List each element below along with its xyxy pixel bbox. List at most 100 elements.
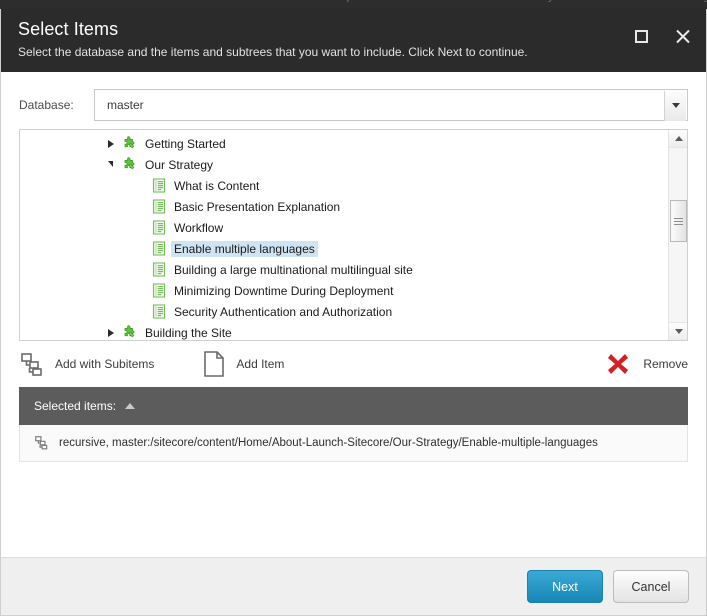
tree-node[interactable]: Our Strategy <box>20 154 667 175</box>
tree-node-label: What is Content <box>174 178 260 193</box>
tree-node-label: Getting Started <box>145 136 226 151</box>
tree-node-icon <box>152 220 166 235</box>
tree-node[interactable]: Building a large multinational multiling… <box>20 259 667 280</box>
folder-puzzle-icon <box>124 157 135 170</box>
close-icon <box>675 28 692 45</box>
expand-arrow-expanded-icon[interactable] <box>104 158 117 171</box>
add-with-subitems-label: Add with Subitems <box>55 357 155 371</box>
tree-node[interactable]: Enable multiple languages <box>20 238 667 259</box>
maximize-button[interactable] <box>628 23 654 49</box>
expand-arrow-collapsed-icon[interactable] <box>104 137 117 150</box>
red-x-icon <box>608 354 629 374</box>
tree-node-icon <box>152 199 166 214</box>
tree-scrollbar[interactable] <box>668 130 687 340</box>
item-tree-panel: Getting Started Our Strategy What is Conte… <box>19 129 688 341</box>
database-selected-value: master <box>107 97 144 112</box>
tree-node[interactable]: Basic Presentation Explanation <box>20 196 667 217</box>
scroll-up-button[interactable] <box>669 130 687 148</box>
chevron-down-icon <box>671 103 680 108</box>
bg-menu-item: Help <box>332 0 353 5</box>
add-item-label: Add Item <box>236 357 285 371</box>
dialog-titlebar: Select Items Select the database and the… <box>1 9 706 72</box>
database-select[interactable]: master <box>94 88 688 121</box>
tree-node-icon <box>152 283 166 298</box>
tree-node-label: Minimizing Downtime During Deployment <box>174 283 394 298</box>
database-dropdown-button[interactable] <box>664 90 686 121</box>
chevron-right-icon <box>107 328 114 337</box>
selected-items-title: Selected items: <box>34 399 117 413</box>
tree-node-icon <box>122 157 137 172</box>
scroll-down-icon <box>674 329 683 334</box>
folder-puzzle-icon <box>124 136 135 149</box>
remove-button[interactable]: Remove <box>605 351 688 377</box>
folder-puzzle-icon <box>124 325 135 338</box>
selected-item-row[interactable]: recursive, master:/sitecore/content/Home… <box>20 425 687 460</box>
tree-node-icon <box>122 136 137 151</box>
scroll-up-icon <box>674 136 683 141</box>
tree-node-label: Building the Site <box>145 325 232 340</box>
select-items-dialog-window: File Edit View Tools Window Help Publish… <box>0 0 707 616</box>
dialog-body: Select Items Select the database and the… <box>0 9 707 616</box>
bg-menu-item: Edit <box>87 0 104 5</box>
expand-arrow-collapsed-icon[interactable] <box>104 326 117 339</box>
content-item-icon <box>152 262 166 277</box>
selected-item-path: recursive, master:/sitecore/content/Home… <box>59 436 598 449</box>
bg-menu-item: Review <box>459 0 492 5</box>
close-button[interactable] <box>670 23 696 49</box>
tree-node-icon <box>152 178 166 193</box>
tree-node[interactable]: Security Authentication and Authorizatio… <box>20 301 667 322</box>
caret-up-icon <box>125 403 136 409</box>
bg-menu-item: File <box>34 0 50 5</box>
tree-node-label: Building a large multinational multiling… <box>174 262 413 277</box>
background-menu-strip: File Edit View Tools Window Help Publish… <box>0 0 707 9</box>
remove-label: Remove <box>643 357 688 371</box>
scrollbar-thumb[interactable] <box>670 200 687 242</box>
content-item-icon <box>152 199 166 214</box>
tree-node-icon <box>152 262 166 277</box>
tree-node-icon <box>122 325 137 340</box>
tree-node[interactable]: Getting Started <box>20 133 667 154</box>
scrollbar-grip-icon <box>674 216 683 227</box>
tree-node[interactable]: Workflow <box>20 217 667 238</box>
background-app-chrome: File Edit View Tools Window Help Publish… <box>0 0 707 9</box>
dialog-subtitle: Select the database and the items and su… <box>18 45 528 59</box>
selected-items-list: recursive, master:/sitecore/content/Home… <box>19 425 688 462</box>
tree-node-label: Workflow <box>174 220 224 235</box>
tree-node-label: Basic Presentation Explanation <box>174 199 341 214</box>
tree-node-icon <box>152 304 166 319</box>
tree-node[interactable]: What is Content <box>20 175 667 196</box>
bg-menu-item: Configure <box>680 0 707 5</box>
bg-menu-item: Publish <box>389 0 422 5</box>
next-button[interactable]: Next <box>527 570 603 603</box>
dialog-title: Select Items <box>18 19 119 39</box>
content-item-icon <box>152 283 166 298</box>
selected-items-header[interactable]: Selected items: <box>19 387 688 425</box>
chevron-down-icon <box>108 161 113 167</box>
cancel-button[interactable]: Cancel <box>613 570 689 603</box>
content-item-icon <box>152 304 166 319</box>
tree-node[interactable]: Minimizing Downtime During Deployment <box>20 280 667 301</box>
window-controls <box>628 23 696 49</box>
bg-menu-item: Analytics <box>528 0 568 5</box>
tree-node-label: Our Strategy <box>145 157 214 172</box>
content-item-icon <box>152 241 166 256</box>
tree-node-label: Enable multiple languages <box>171 240 318 257</box>
subtree-icon <box>35 436 48 450</box>
add-with-subitems-button[interactable]: Add with Subitems <box>19 351 154 377</box>
tree-node[interactable]: Building the Site <box>20 322 667 340</box>
page-icon <box>204 351 225 377</box>
bg-menu-item: Tools <box>199 0 222 5</box>
add-item-button[interactable]: Add Item <box>202 350 284 378</box>
scroll-down-button[interactable] <box>669 322 687 340</box>
chevron-right-icon <box>107 139 114 148</box>
layout-spacer <box>1 462 706 522</box>
tree-action-bar: Add with Subitems Add Item Remove <box>19 341 688 387</box>
database-label: Database: <box>19 97 74 112</box>
content-item-icon <box>152 220 166 235</box>
dialog-footer: Next Cancel <box>1 557 706 615</box>
item-tree[interactable]: Getting Started Our Strategy What is Conte… <box>20 130 667 340</box>
